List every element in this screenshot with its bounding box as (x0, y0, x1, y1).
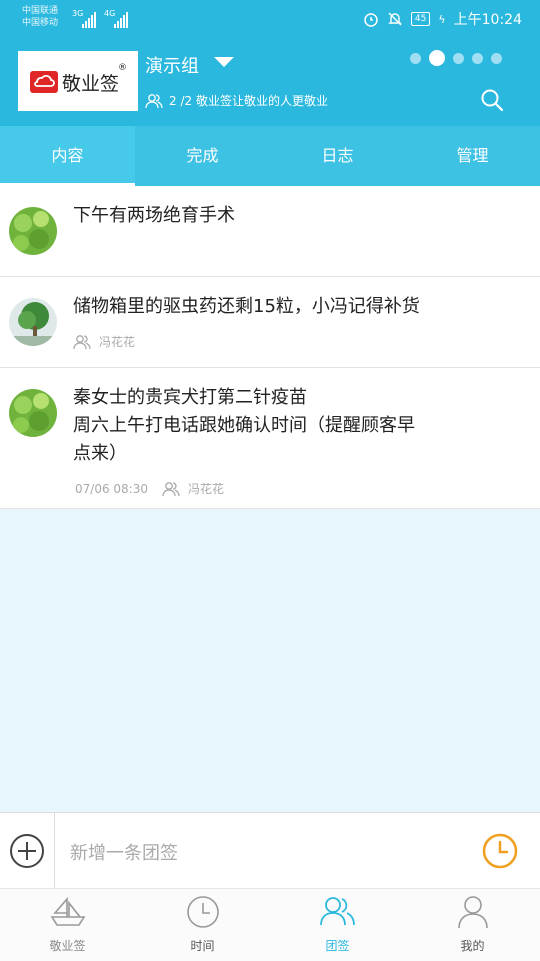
clock-time: 上午10:24 (453, 12, 522, 28)
nav-label: 时间 (190, 939, 215, 953)
signal-icon (82, 9, 97, 28)
avatar[interactable] (9, 298, 57, 346)
group-subtitle: 2 /2 敬业签让敬业的人更敬业 (145, 92, 328, 109)
item-title: 秦女士的贵宾犬打第二针疫苗 周六上午打电话跟她确认时间（提醒顾客早 点来） (73, 384, 528, 468)
page-dot-active[interactable] (429, 50, 445, 66)
members-icon (73, 334, 91, 349)
group-name[interactable]: 演示组 (145, 52, 199, 78)
mute-bell-icon (388, 12, 402, 26)
members-icon (162, 481, 180, 496)
list-item[interactable]: 秦女士的贵宾犬打第二针疫苗 周六上午打电话跟她确认时间（提醒顾客早 点来） 07… (0, 368, 540, 509)
plus-circle-icon (10, 834, 44, 868)
tab-log[interactable]: 日志 (270, 126, 405, 186)
signal-icon-2 (114, 9, 129, 28)
status-right: 45 ϟ 上午10:24 (363, 9, 522, 29)
page-dot[interactable] (453, 52, 464, 64)
carrier-2: 中国移动 (22, 18, 59, 28)
item-user: 冯花花 (187, 482, 224, 496)
bottom-nav: 敬业签 时间 团签 我的 (0, 888, 540, 961)
item-meta: 冯花花 (73, 333, 135, 350)
nav-time[interactable]: 时间 (135, 889, 270, 961)
tab-content[interactable]: 内容 (0, 126, 135, 186)
item-title-line: 下午有两场绝育手术 (73, 205, 235, 226)
item-title-line: 周六上午打电话跟她确认时间（提醒顾客早 (73, 415, 415, 436)
nav-label: 团签 (325, 939, 350, 953)
tab-bar: 内容 完成 日志 管理 (0, 126, 540, 186)
logo-text: 敬业签 (62, 73, 120, 95)
item-user: 冯花花 (99, 335, 136, 349)
nav-team[interactable]: 团签 (270, 889, 405, 961)
page-dot[interactable] (410, 52, 421, 64)
item-title-line: 秦女士的贵宾犬打第二针疫苗 (73, 387, 307, 408)
search-icon[interactable] (480, 88, 504, 112)
nav-jingyeqian[interactable]: 敬业签 (0, 889, 135, 961)
clock-icon (186, 896, 219, 928)
item-title-line: 储物箱里的驱虫药还剩15粒，小冯记得补货 (73, 296, 420, 317)
registered-mark: ® (118, 63, 127, 73)
item-title: 储物箱里的驱虫药还剩15粒，小冯记得补货 (73, 293, 528, 321)
app-logo[interactable]: 敬业签 ® (18, 51, 138, 111)
clock-icon[interactable] (481, 832, 519, 870)
carrier-1: 中国联通 (22, 6, 59, 16)
group-subtitle-text: 2 /2 敬业签让敬业的人更敬业 (169, 94, 328, 108)
tab-manage[interactable]: 管理 (405, 126, 540, 186)
avatar[interactable] (9, 207, 57, 255)
nav-label: 我的 (460, 939, 485, 953)
battery-level: 45 (410, 12, 431, 26)
status-bar: 中国联通 中国移动 3G 4G 45 ϟ 上午10:24 (0, 0, 540, 36)
avatar[interactable] (9, 389, 57, 437)
boat-icon (50, 896, 85, 926)
cloud-logo-icon (30, 71, 58, 93)
add-button[interactable] (0, 813, 55, 889)
nav-mine[interactable]: 我的 (405, 889, 540, 961)
page-dot[interactable] (491, 52, 502, 64)
item-title-line: 点来） (73, 443, 127, 464)
carrier-info: 中国联通 中国移动 (22, 5, 58, 29)
new-memo-bar: 新增一条团签 (0, 812, 540, 889)
tab-done[interactable]: 完成 (135, 126, 270, 186)
item-datetime: 07/06 08:30 (75, 481, 148, 496)
new-memo-input[interactable]: 新增一条团签 (70, 839, 178, 865)
group-header: 敬业签 ® 演示组 2 /2 敬业签让敬业的人更敬业 (0, 36, 540, 126)
page-dot[interactable] (472, 52, 483, 64)
item-title: 下午有两场绝育手术 (73, 202, 528, 230)
person-icon (457, 896, 488, 929)
list-item[interactable]: 下午有两场绝育手术 (0, 186, 540, 277)
memo-list: 下午有两场绝育手术 储物箱里的驱虫药还剩15粒，小冯记得补货 冯花花 秦女士的贵… (0, 186, 540, 509)
nav-label: 敬业签 (49, 939, 86, 953)
page-indicator (410, 50, 502, 66)
item-meta: 07/06 08:30 冯花花 (75, 480, 224, 497)
chevron-down-icon[interactable] (214, 57, 234, 67)
charging-icon: ϟ (438, 12, 446, 26)
alarm-icon (364, 13, 378, 27)
list-item[interactable]: 储物箱里的驱虫药还剩15粒，小冯记得补货 冯花花 (0, 277, 540, 368)
group-icon (319, 897, 355, 926)
members-icon (145, 93, 163, 108)
